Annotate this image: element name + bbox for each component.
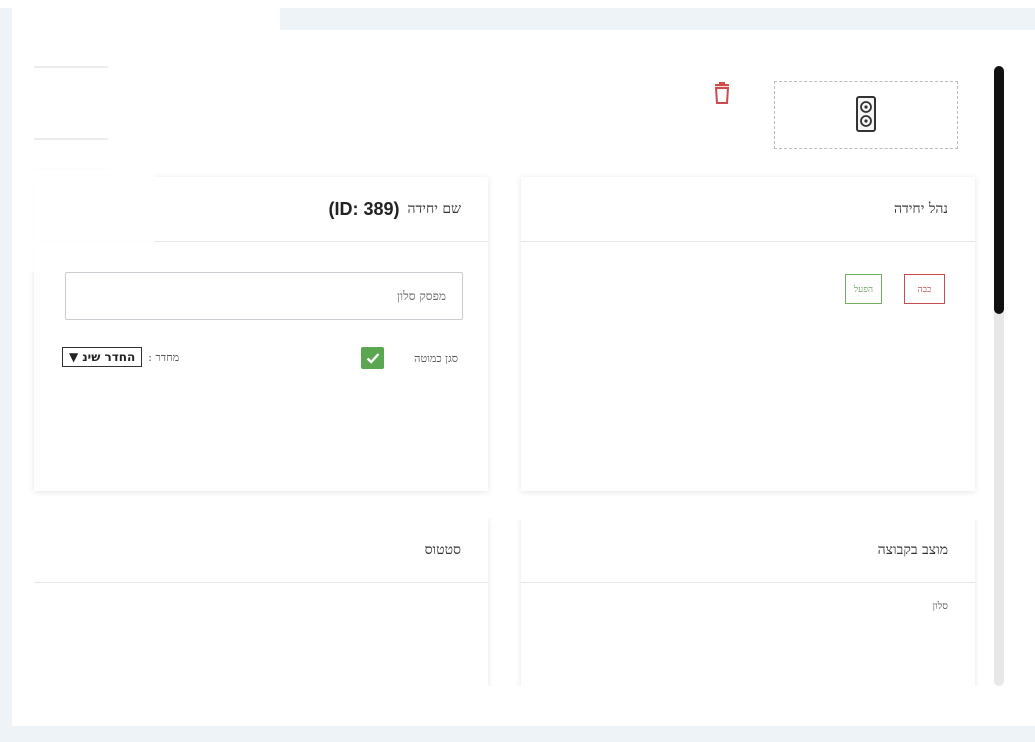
checkmark-icon [366, 353, 380, 364]
chevron-down-icon: ▼ [69, 350, 79, 364]
placeholder-line [34, 66, 108, 68]
scrollbar-thumb[interactable] [994, 66, 1004, 314]
top-bar [280, 8, 1035, 30]
unit-name-title: שם יחידה [407, 200, 461, 217]
turn-off-button[interactable]: כבה [904, 274, 945, 304]
speaker-device-icon [856, 96, 876, 132]
unit-name-value: מפסק סלון [396, 288, 446, 303]
checkbox-row: סגן כמוטה [361, 347, 458, 369]
room-select[interactable]: החדר שינ ▼ [62, 347, 143, 367]
group-state-title: מוצב בקבוצה [877, 541, 948, 558]
placeholder-line [34, 138, 108, 140]
device-dropzone[interactable] [774, 81, 958, 149]
turn-on-label: הפעל [853, 284, 874, 295]
manage-unit-card: נהל יחידה [521, 177, 975, 491]
trash-icon[interactable] [711, 82, 733, 106]
card-header: נהל יחידה [521, 177, 975, 242]
lower-cards-region: סטטוס מוצב בקבוצה סלון [34, 518, 978, 686]
checkbox-label: סגן כמוטה [414, 351, 458, 365]
turn-on-button[interactable]: הפעל [845, 274, 882, 304]
status-card: סטטוס [34, 518, 488, 686]
overlay-fade [26, 166, 154, 272]
room-row: מחדר : החדר שינ ▼ [62, 347, 179, 367]
checkbox[interactable] [361, 347, 385, 369]
unit-id: (ID: 389) [328, 198, 400, 219]
page: שם יחידה (ID: 389) מפסק סלון סגן כמוטה מ… [0, 0, 1035, 742]
group-state-card: מוצב בקבוצה סלון [521, 518, 975, 686]
room-select-value: החדר שינ [82, 350, 136, 364]
turn-off-label: כבה [917, 284, 932, 295]
left-edge [0, 8, 12, 728]
unit-name-field[interactable]: מפסק סלון [65, 272, 463, 320]
card-header: מוצב בקבוצה [521, 518, 975, 583]
room-label: מחדר : [148, 350, 180, 364]
bottom-bar [0, 726, 1035, 742]
manage-unit-title: נהל יחידה [893, 200, 948, 217]
card-header: סטטוס [34, 518, 488, 583]
group-state-value: סלון [932, 601, 948, 612]
status-title: סטטוס [424, 541, 461, 558]
